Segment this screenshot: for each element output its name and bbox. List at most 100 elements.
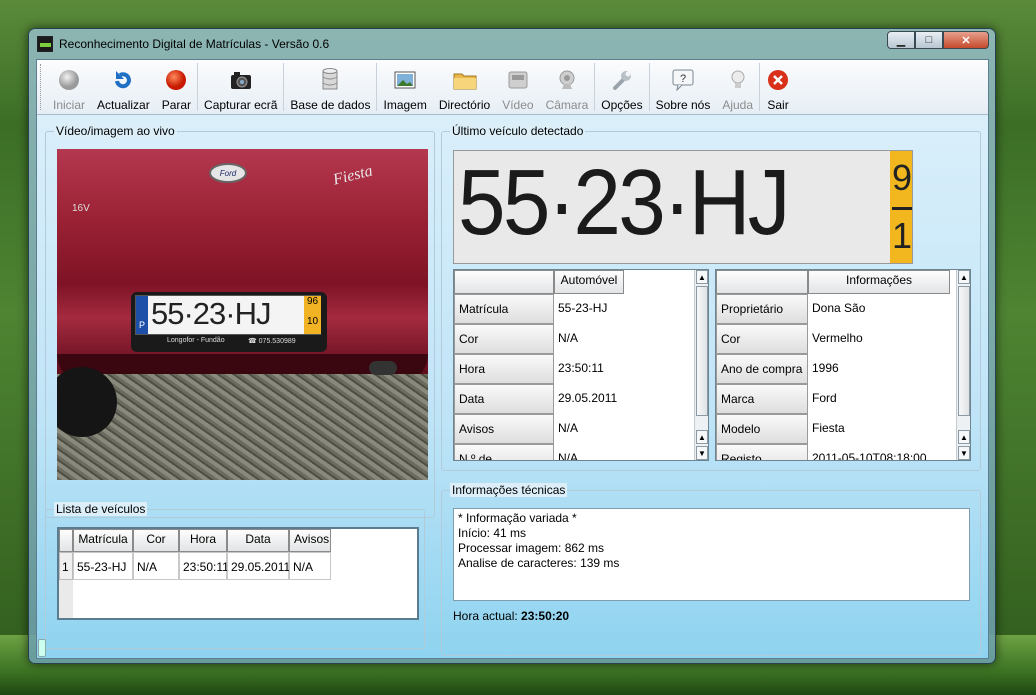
tech-info-box[interactable]: * Informação variada * Início: 41 ms Proce… [453, 508, 970, 601]
refresh-button[interactable]: Actualizar [91, 60, 156, 114]
car_table-row[interactable]: Hora 23:50:11 [454, 354, 684, 384]
camera-device-button[interactable]: Câmara [540, 60, 595, 114]
maximize-button[interactable]: □ [915, 31, 943, 49]
current-time-label: Hora actual: [453, 609, 518, 623]
help-button[interactable]: Ajuda [716, 60, 759, 114]
tech-info-line: Analise de caracteres: 139 ms [458, 556, 620, 570]
table-cell[interactable]: 29.05.2011 [227, 552, 290, 580]
start-button[interactable]: Iniciar [47, 60, 91, 114]
vehicle-list-group: Lista de veículos Matrícula Cor Hora Data Av… [45, 502, 425, 649]
column-header[interactable]: Matrícula [73, 529, 133, 552]
row-number[interactable]: 1 [59, 552, 73, 580]
camera-icon [229, 68, 253, 92]
info-table-scrollbar[interactable]: ▲ ▲ ▼ [956, 270, 970, 460]
tech-info-line: Início: 41 ms [458, 526, 527, 540]
car_table-row-key: Hora [454, 354, 554, 384]
car_table-row[interactable]: Avisos N/A [454, 414, 684, 444]
info_table-row-value: Vermelho [812, 331, 863, 345]
table-cell[interactable]: N/A [133, 552, 179, 580]
table-cell[interactable]: N/A [289, 552, 331, 580]
car_table-row[interactable]: Data 29.05.2011 [454, 384, 684, 414]
car-table-corner [454, 270, 554, 294]
image-button[interactable]: Imagem [377, 60, 432, 114]
detected-plate-month: 1 [891, 215, 913, 256]
car_table-row[interactable]: Matrícula 55-23-HJ [454, 294, 684, 324]
database-button[interactable]: Base de dados [284, 60, 376, 114]
stop-label: Parar [161, 98, 192, 112]
last-vehicle-legend: Último veículo detectado [450, 124, 586, 138]
owner-info-table[interactable]: Informações Proprietário Dona São Cor Verme… [715, 269, 971, 461]
help-label: Ajuda [722, 98, 754, 112]
question-bubble-icon: ? [671, 68, 695, 92]
video-button[interactable]: Vídeo [496, 60, 539, 114]
info-table-corner [716, 270, 808, 294]
capture-screen-button[interactable]: Capturar ecrã [198, 60, 283, 114]
options-button[interactable]: Opções [595, 60, 648, 114]
scroll-thumb[interactable] [958, 286, 970, 416]
car_table-row[interactable]: Cor N/A [454, 324, 684, 354]
info-table-header[interactable]: Informações [808, 270, 950, 294]
live-plate-country: P [136, 296, 148, 334]
car-table-header[interactable]: Automóvel [554, 270, 624, 294]
column-header[interactable]: Data [227, 529, 289, 552]
scroll-up-arrow-icon[interactable]: ▲ [958, 430, 970, 444]
column-header[interactable]: Cor [133, 529, 179, 552]
scroll-up-arrow-icon[interactable]: ▲ [958, 270, 970, 284]
scroll-up-arrow-icon[interactable]: ▲ [696, 430, 708, 444]
about-button[interactable]: ? Sobre nós [650, 60, 717, 114]
refresh-arrow-icon [111, 68, 135, 92]
car-table-scrollbar[interactable]: ▲ ▲ ▼ [694, 270, 708, 460]
live-video-group: Vídeo/imagem ao vivo Ford Fiesta 16V P 5… [45, 124, 435, 518]
table-cell[interactable]: 55-23-HJ [73, 552, 133, 580]
toolbar: Iniciar Actualizar Parar Capturar ecrã B… [37, 60, 988, 115]
scroll-down-arrow-icon[interactable]: ▼ [958, 446, 970, 460]
database-label: Base de dados [290, 98, 371, 112]
info_table-row-value: Dona São [812, 301, 866, 315]
tech-info-legend: Informações técnicas [450, 483, 568, 497]
car_table-row[interactable]: N.º de passagens N/A [454, 444, 684, 460]
toolbar-grip[interactable] [40, 64, 43, 110]
car_table-row-value: 29.05.2011 [558, 391, 618, 405]
column-header[interactable]: Hora [179, 529, 227, 552]
app-icon [37, 36, 53, 52]
info_table-row-key: Modelo [716, 414, 808, 444]
live-plate: P 55·23·HJ 96 10 Longofor - Fundão ☎ 075… [131, 292, 327, 352]
close-button[interactable]: ✕ [943, 31, 989, 49]
image-label: Imagem [383, 98, 427, 112]
info_table-row[interactable]: Marca Ford [716, 384, 948, 414]
vehicle-list-table[interactable]: Matrícula Cor Hora Data Avisos 1 55-23-HJ N/A 23… [57, 527, 419, 620]
info_table-row[interactable]: Modelo Fiesta [716, 414, 948, 444]
scroll-thumb[interactable] [696, 286, 708, 416]
table-cell[interactable]: 23:50:11 [179, 552, 229, 580]
red-stop-circle-icon [164, 68, 188, 92]
stop-button[interactable]: Parar [156, 60, 197, 114]
car_table-row-value: N/A [558, 331, 579, 345]
minimize-button[interactable]: ▁ [887, 31, 915, 49]
scroll-up-arrow-icon[interactable]: ▲ [696, 270, 708, 284]
info_table-row[interactable]: Registo 2011-05-10T08:18:00 [716, 444, 948, 460]
info_table-row[interactable]: Cor Vermelho [716, 324, 948, 354]
lightbulb-icon [726, 68, 750, 92]
svg-text:?: ? [680, 73, 686, 85]
directory-button[interactable]: Directório [433, 60, 496, 114]
refresh-label: Actualizar [97, 98, 150, 112]
car_table-row-key: Cor [454, 324, 554, 354]
car_table-row-key: Matrícula [454, 294, 554, 324]
row-header-strip [59, 580, 73, 618]
info_table-row-key: Marca [716, 384, 808, 414]
exit-button[interactable]: Sair [760, 60, 796, 114]
client-area: Iniciar Actualizar Parar Capturar ecrã B… [36, 59, 989, 659]
column-header[interactable]: Avisos [289, 529, 331, 552]
scroll-down-arrow-icon[interactable]: ▼ [696, 446, 708, 460]
info_table-row-value: Ford [812, 391, 837, 405]
wrench-icon [610, 68, 634, 92]
red-x-circle-icon [766, 68, 790, 92]
car_table-row-value: 55-23-HJ [558, 301, 608, 315]
live-plate-year: 96 [306, 296, 319, 307]
info_table-row[interactable]: Proprietário Dona São [716, 294, 948, 324]
engine-badge: 16V [72, 203, 90, 214]
title-bar[interactable]: Reconhecimento Digital de Matrículas - V… [29, 29, 995, 59]
detected-plate-image: 55·23·HJ 9 1 [453, 150, 913, 264]
car-details-table[interactable]: Automóvel Matrícula 55-23-HJ Cor N/A Hora 23:… [453, 269, 709, 461]
info_table-row[interactable]: Ano de compra 1996 [716, 354, 948, 384]
